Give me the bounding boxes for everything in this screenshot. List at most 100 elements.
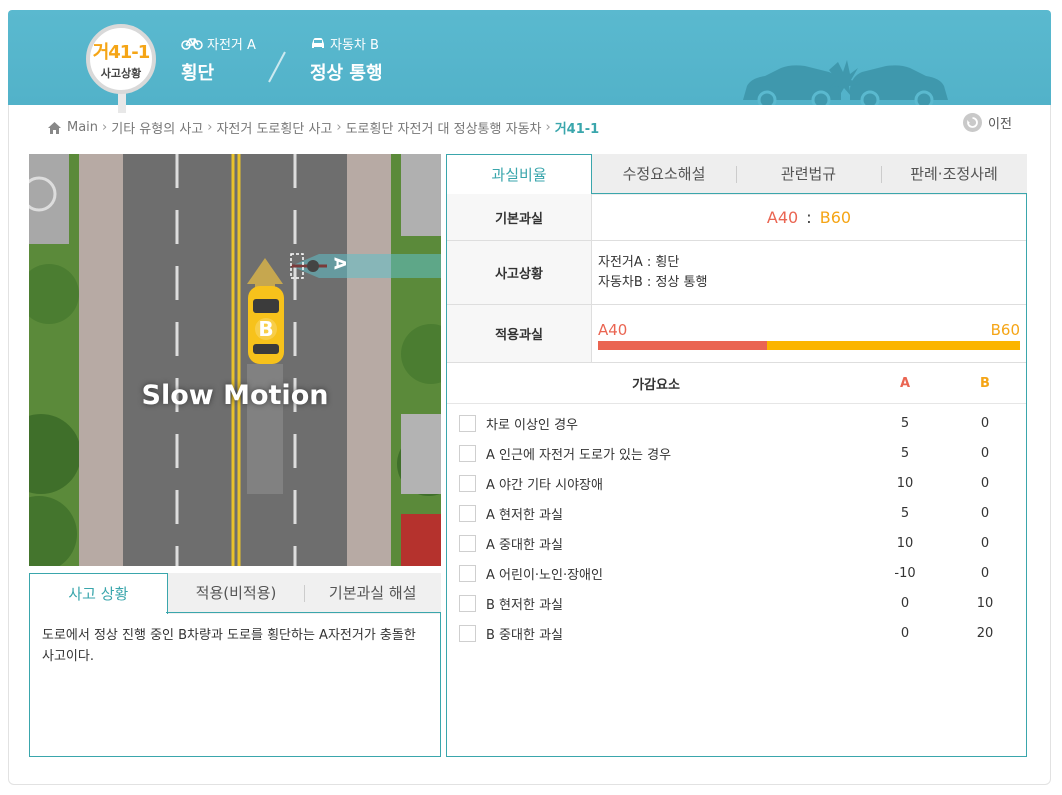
factor-a-value: 5 [900,415,910,431]
factor-a-value: 5 [900,445,910,461]
vehicle-b-label: B [258,317,274,341]
home-icon[interactable] [48,121,61,134]
factors-header: 가감요소 A B [447,363,1026,404]
factors-header-name: 가감요소 [632,377,680,393]
factors-header-a: A [899,375,911,391]
factor-row[interactable]: 차로 이상인 경우 5 0 [447,408,1026,438]
factor-row[interactable]: B 현저한 과실 0 10 [447,588,1026,618]
factor-row[interactable]: A 현저한 과실 5 0 [447,498,1026,528]
tab-precedents[interactable]: 판례·조정사례 [881,154,1027,195]
basic-fault-label: 기본과실 [447,194,592,240]
factor-name: 차로 이상인 경우 [486,417,578,433]
case-code: 거41-1 [92,42,151,63]
tab-related-laws[interactable]: 관련법규 [736,154,881,195]
factor-b-value: 10 [976,595,994,611]
factor-checkbox[interactable] [459,414,476,432]
factor-row[interactable]: A 어린이·노인·장애인 -10 0 [447,558,1026,588]
applied-fault-a: A40 [598,321,628,339]
party-a-role: 자전거 A [207,38,256,53]
factor-a-value: 5 [900,505,910,521]
factor-row[interactable]: B 중대한 과실 0 20 [447,618,1026,648]
basic-fault-separator: : [806,207,812,227]
back-button[interactable]: 이전 [963,113,1012,132]
party-b-role: 자동차 B [330,38,379,53]
factor-checkbox[interactable] [459,594,476,612]
party-b-action: 정상 통행 [310,63,383,84]
factor-row[interactable]: A 야간 기타 시야장애 10 0 [447,468,1026,498]
breadcrumb-item-category[interactable]: 도로횡단 자전거 대 정상통행 자동차 [346,118,542,137]
factor-name-cell: A 중대한 과실 [447,534,865,553]
factor-name-cell: A 어린이·노인·장애인 [447,564,865,583]
breadcrumb-item-bicycle[interactable]: 자전거 도로횡단 사고 [216,118,332,137]
factor-a-value: -10 [894,565,916,581]
factor-row[interactable]: A 인근에 자전거 도로가 있는 경우 5 0 [447,438,1026,468]
situation-label: 사고상황 [447,241,592,304]
breadcrumb-item-main[interactable]: Main [67,120,98,135]
factor-name: A 인근에 자전거 도로가 있는 경우 [486,447,672,463]
detail-tabs: 과실비율 수정요소해설 관련법규 판례·조정사례 [446,154,1027,195]
factors-list: 차로 이상인 경우 5 0 A 인근에 자전거 도로가 있는 경우 5 0 A 야간 기타 … [447,408,1026,648]
factor-a-value: 0 [900,595,910,611]
applied-fault-bar-a [598,341,767,350]
car-icon [312,38,324,48]
tab-fault-ratio[interactable]: 과실비율 [446,154,592,195]
factor-b-value: 20 [976,625,994,641]
factor-checkbox[interactable] [459,534,476,552]
case-sub: 사고상황 [100,67,142,80]
tab-basic-fault-explanation[interactable]: 기본과실 해설 [304,573,441,614]
party-a: 자전거 A 횡단 [181,34,256,85]
factor-b-value: 0 [980,505,990,521]
party-a-action: 횡단 [181,63,215,84]
factor-name: A 야간 기타 시야장애 [486,477,603,493]
breadcrumb-sep-icon: › [102,120,108,135]
applied-fault-row: 적용과실 A40 B60 [447,305,1026,363]
breadcrumb-item-other[interactable]: 기타 유형의 사고 [111,118,203,137]
situation-tabs: 사고 상황 적용(비적용) 기본과실 해설 [29,573,441,614]
factor-b-value: 0 [980,415,990,431]
factor-name: A 어린이·노인·장애인 [486,567,603,583]
factor-name-cell: A 인근에 자전거 도로가 있는 경우 [447,444,865,463]
tab-application[interactable]: 적용(비적용) [168,573,305,614]
accident-animation[interactable]: B A Slow Motion [29,154,441,566]
breadcrumb: Main › 기타 유형의 사고 › 자전거 도로횡단 사고 › 도로횡단 자전… [48,118,599,137]
basic-fault-ratio: A40 : B60 [592,208,1026,227]
factor-checkbox[interactable] [459,624,476,642]
factor-a-value: 0 [900,625,910,641]
factor-name-cell: A 현저한 과실 [447,504,865,523]
tab-modifier-explanation[interactable]: 수정요소해설 [592,154,736,195]
breadcrumb-sep-icon: › [207,120,213,135]
factor-row[interactable]: A 중대한 과실 10 0 [447,528,1026,558]
factor-name: A 중대한 과실 [486,537,563,553]
factors-header-b: B [980,375,990,391]
tab-underline [592,193,1027,194]
factor-checkbox[interactable] [459,504,476,522]
factor-checkbox[interactable] [459,474,476,492]
factor-checkbox[interactable] [459,564,476,582]
factor-name: B 현저한 과실 [486,597,563,613]
situation-description: 도로에서 정상 진행 중인 B차량과 도로를 횡단하는 A자전거가 충돌한 사고… [42,628,416,664]
situation-panel: 도로에서 정상 진행 중인 B차량과 도로를 횡단하는 A자전거가 충돌한 사고… [29,612,441,757]
factor-b-value: 0 [980,475,990,491]
factor-name-cell: B 현저한 과실 [447,594,865,613]
case-badge: 거41-1 사고상황 [86,24,156,94]
tab-underline [166,612,441,613]
breadcrumb-item-current: 거41-1 [554,122,600,137]
breadcrumb-sep-icon: › [545,120,551,135]
situation-row: 사고상황 자전거A : 횡단 자동차B : 정상 통행 [447,241,1026,305]
case-header: 거41-1 사고상황 자전거 A 횡단 자동차 B 정상 통행 [8,10,1051,113]
factor-name-cell: A 야간 기타 시야장애 [447,474,865,493]
factor-name: B 중대한 과실 [486,627,563,643]
factor-b-value: 0 [980,445,990,461]
tab-accident-situation[interactable]: 사고 상황 [29,573,168,614]
factor-name-cell: B 중대한 과실 [447,624,865,643]
factor-b-value: 0 [980,565,990,581]
factor-name: A 현저한 과실 [486,507,563,523]
factor-checkbox[interactable] [459,444,476,462]
factor-a-value: 10 [896,475,914,491]
breadcrumb-sep-icon: › [336,120,342,135]
basic-fault-a: A40 [766,207,799,227]
back-arrow-icon [963,113,982,132]
basic-fault-b: B60 [819,207,852,227]
factor-b-value: 0 [980,535,990,551]
factor-name-cell: 차로 이상인 경우 [447,414,865,433]
